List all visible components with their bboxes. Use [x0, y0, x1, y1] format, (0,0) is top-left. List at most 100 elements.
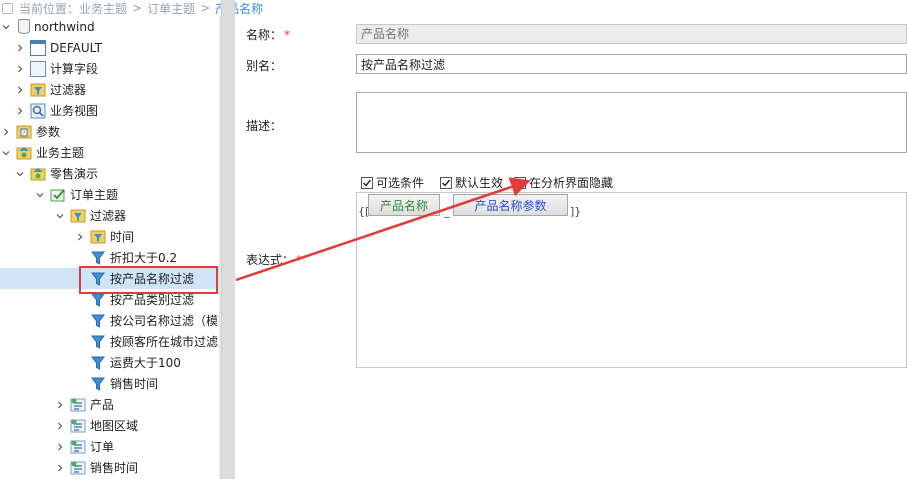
tree-item-label: 业务视图 — [50, 104, 99, 118]
calculated-field-icon — [30, 60, 46, 77]
svg-text:?: ? — [22, 130, 25, 137]
tree-item-product[interactable]: 产品 — [0, 394, 220, 415]
check-topic-icon — [50, 187, 66, 203]
chevron-right-icon[interactable] — [14, 42, 26, 54]
chevron-right-icon[interactable] — [54, 399, 66, 411]
view-icon — [30, 103, 46, 119]
tree-item-label: 时间 — [110, 230, 135, 244]
chevron-down-icon[interactable] — [14, 168, 26, 180]
tree-item-freight-filter[interactable]: 运费大于100 — [0, 352, 220, 373]
tree-item-label: northwind — [34, 19, 95, 34]
tree-item-sales-time[interactable]: 销售时间 — [0, 457, 220, 478]
tree-item-label: 业务主题 — [36, 146, 85, 160]
hide-in-analysis-checkbox[interactable]: 在分析界面隐藏 — [514, 174, 613, 191]
highlight-box — [79, 266, 218, 294]
chevron-down-icon[interactable] — [0, 147, 12, 159]
expression-close-bracket: ]} — [570, 205, 582, 218]
resource-tree: northwind DEFAULT 计算字段 过滤器 业务视图 ? 参数 业务主… — [0, 16, 220, 479]
expression-field-token[interactable]: 产品名称 — [368, 194, 440, 216]
name-label: 名称： * — [246, 26, 290, 43]
tree-item-time[interactable]: 时间 — [0, 226, 220, 247]
tree-item-business-topics[interactable]: 业务主题 — [0, 142, 220, 163]
chevron-right-icon[interactable] — [14, 84, 26, 96]
dimension-icon — [70, 418, 86, 434]
required-mark: * — [284, 28, 291, 42]
tree-item-label: 地图区域 — [90, 419, 139, 433]
filter-folder-icon — [30, 82, 46, 98]
database-icon — [18, 19, 30, 34]
tree-item-discount-filter[interactable]: 折扣大于0.2 — [0, 247, 220, 268]
tree-item-label: 销售时间 — [90, 461, 139, 475]
chevron-right-icon[interactable] — [54, 420, 66, 432]
tree-item-company-name-filter[interactable]: 按公司名称过滤（模 — [0, 310, 220, 331]
tree-item-customer-city-filter[interactable]: 按顾客所在城市过滤 — [0, 331, 220, 352]
tree-item-label: DEFAULT — [50, 40, 102, 55]
tree-item-filters-folder[interactable]: 过滤器 — [0, 205, 220, 226]
tree-item-filters[interactable]: 过滤器 — [0, 79, 220, 100]
chevron-right-icon[interactable] — [14, 63, 26, 75]
chevron-right-icon[interactable] — [74, 231, 86, 243]
tree-item-order-topic[interactable]: 订单主题 — [0, 184, 220, 205]
tree-item-label: 折扣大于0.2 — [110, 251, 178, 265]
tree-item-order[interactable]: 订单 — [0, 436, 220, 457]
breadcrumb-separator: > — [132, 1, 143, 15]
checkbox-checked-icon[interactable] — [514, 176, 526, 189]
tree-item-sales-time-filter[interactable]: 销售时间 — [0, 373, 220, 394]
name-field[interactable] — [356, 24, 907, 44]
dimension-icon — [70, 439, 86, 455]
alias-label: 别名： — [246, 59, 283, 73]
expression-label-text: 表达式： — [246, 253, 295, 267]
parameter-icon: ? — [16, 124, 32, 140]
required-mark: * — [296, 253, 303, 267]
tree-item-retail-demo[interactable]: 零售演示 — [0, 163, 220, 184]
tree-item-northwind[interactable]: northwind — [0, 16, 220, 37]
chevron-right-icon[interactable] — [54, 462, 66, 474]
breadcrumb-prefix: 当前位置： — [19, 1, 80, 16]
filter-icon — [90, 355, 106, 371]
tree-item-label: 参数 — [36, 125, 61, 139]
breadcrumb: 当前位置： 业务主题 > 订单主题 > 产品名称 — [0, 0, 300, 16]
description-field[interactable] — [356, 92, 907, 153]
tree-item-business-views[interactable]: 业务视图 — [0, 100, 220, 121]
tree-item-parameters[interactable]: ? 参数 — [0, 121, 220, 142]
chevron-right-icon[interactable] — [0, 126, 12, 138]
checkbox-checked-icon[interactable] — [361, 176, 373, 189]
expression-separator: _ — [444, 205, 450, 218]
tree-item-label: 订单 — [90, 440, 115, 454]
tree-item-label: 运费大于100 — [110, 356, 181, 370]
filter-icon — [90, 313, 106, 329]
alias-field[interactable] — [356, 54, 907, 74]
optional-checkbox-label: 可选条件 — [376, 176, 425, 190]
tree-item-calculated-fields[interactable]: 计算字段 — [0, 58, 220, 79]
tree-item-map-region[interactable]: 地图区域 — [0, 415, 220, 436]
filter-icon — [90, 250, 106, 266]
tree-item-label: 按顾客所在城市过滤 — [110, 335, 219, 349]
dimension-icon — [70, 460, 86, 476]
chevron-down-icon[interactable] — [54, 210, 66, 222]
chevron-right-icon[interactable] — [14, 105, 26, 117]
chevron-right-icon[interactable] — [54, 441, 66, 453]
breadcrumb-item-order-topic[interactable]: 订单主题 — [147, 0, 195, 17]
expression-parameter-token[interactable]: 产品名称参数 — [453, 194, 568, 216]
tree-item-label: 零售演示 — [50, 167, 99, 181]
filter-icon — [90, 376, 106, 392]
chevron-down-icon[interactable] — [34, 189, 46, 201]
default-effective-checkbox[interactable]: 默认生效 — [440, 174, 503, 191]
tree-item-label: 计算字段 — [50, 62, 99, 76]
name-label-text: 名称： — [246, 28, 283, 42]
default-effective-checkbox-label: 默认生效 — [455, 176, 504, 190]
optional-checkbox[interactable]: 可选条件 — [361, 174, 424, 191]
checkbox-checked-icon[interactable] — [440, 176, 452, 189]
expression-editor[interactable] — [356, 192, 907, 368]
tree-item-label: 销售时间 — [110, 377, 159, 391]
table-icon — [30, 39, 46, 56]
filter-icon — [90, 334, 106, 350]
chevron-down-icon[interactable] — [0, 21, 12, 33]
breadcrumb-separator: > — [200, 1, 211, 15]
panel-splitter[interactable] — [221, 0, 235, 479]
breadcrumb-item-business-topic[interactable]: 业务主题 — [79, 0, 127, 17]
tree-item-default[interactable]: DEFAULT — [0, 37, 220, 58]
description-label: 描述： — [246, 119, 283, 133]
dimension-icon — [70, 397, 86, 413]
tree-item-label: 过滤器 — [90, 209, 127, 223]
